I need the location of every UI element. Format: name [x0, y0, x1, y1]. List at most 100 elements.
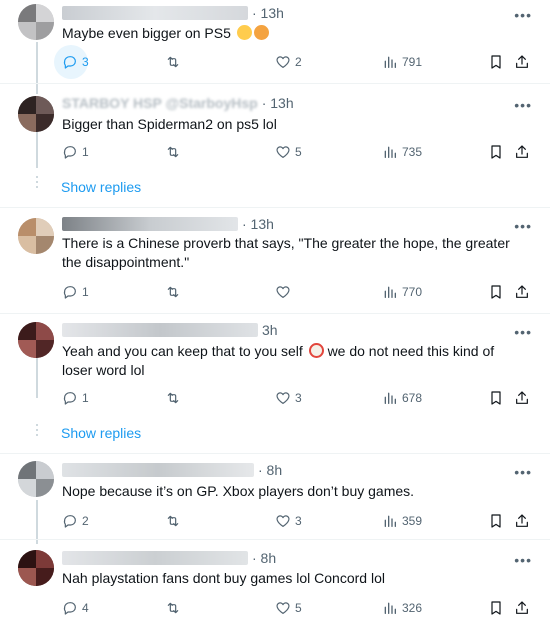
reply-text: Bigger than Spiderman2 on ps5 lol: [62, 116, 277, 132]
author-name[interactable]: [62, 323, 258, 337]
more-options-button[interactable]: •••: [514, 7, 532, 23]
reply-header: · 8h: [62, 461, 282, 479]
more-options-button[interactable]: •••: [514, 97, 532, 113]
retweet-button[interactable]: [165, 389, 181, 407]
reply-count: 2: [82, 514, 89, 528]
share-button[interactable]: [514, 599, 530, 617]
avatar[interactable]: [18, 550, 54, 586]
more-options-button[interactable]: •••: [514, 552, 532, 568]
show-replies-link[interactable]: Show replies: [61, 179, 141, 195]
reply-header: STARBOY HSP @StarboyHsp · 13h: [62, 94, 294, 112]
views-button[interactable]: 326: [382, 599, 422, 617]
retweet-icon: [167, 602, 179, 614]
action-bar: 1 770: [62, 283, 532, 301]
bookmark-icon: [491, 55, 501, 69]
views-button[interactable]: 359: [382, 512, 422, 530]
retweet-button[interactable]: [165, 599, 181, 617]
share-button[interactable]: [514, 53, 530, 71]
bookmark-button[interactable]: [488, 53, 504, 71]
like-count: 2: [295, 55, 302, 69]
views-icon: [384, 515, 396, 527]
retweet-button[interactable]: [165, 512, 181, 530]
show-replies-link[interactable]: Show replies: [61, 425, 141, 441]
heart-icon: [276, 602, 290, 614]
avatar[interactable]: [18, 96, 54, 132]
like-button[interactable]: 3: [275, 389, 302, 407]
author-name[interactable]: [62, 551, 248, 565]
bookmark-icon: [491, 391, 501, 405]
bookmark-icon: [491, 145, 501, 159]
like-button[interactable]: 2: [275, 53, 302, 71]
more-options-button[interactable]: •••: [514, 464, 532, 480]
retweet-button[interactable]: [165, 143, 181, 161]
timestamp[interactable]: · 13h: [242, 216, 274, 232]
reply-count: 1: [82, 391, 89, 405]
bookmark-button[interactable]: [488, 512, 504, 530]
author-name[interactable]: [62, 6, 248, 20]
retweet-icon: [167, 56, 179, 68]
bookmark-button[interactable]: [488, 143, 504, 161]
author-name[interactable]: [62, 217, 238, 231]
like-button[interactable]: 3: [275, 512, 302, 530]
reply-header: 3h: [62, 321, 278, 339]
heart-icon: [276, 392, 290, 404]
reply-text: Nah playstation fans dont buy games lol …: [62, 570, 385, 586]
author-name[interactable]: [62, 463, 254, 477]
reply-header: · 8h: [62, 549, 276, 567]
reply-button[interactable]: 3: [54, 45, 89, 79]
reply-item[interactable]: 3h ••• Yeah and you can keep that to you…: [0, 314, 550, 454]
action-bar: 3 2 791: [54, 45, 532, 79]
share-button[interactable]: [514, 389, 530, 407]
bookmark-button[interactable]: [488, 389, 504, 407]
views-button[interactable]: 735: [382, 143, 422, 161]
heart-icon: [276, 286, 290, 298]
reply-button[interactable]: 1: [62, 283, 89, 301]
like-count: 5: [295, 601, 302, 615]
reply-item[interactable]: · 8h ••• Nope because it’s on GP. Xbox p…: [0, 454, 550, 540]
reply-icon: [63, 286, 76, 299]
bookmark-icon: [491, 514, 501, 528]
retweet-icon: [167, 286, 179, 298]
timestamp[interactable]: 3h: [262, 322, 278, 338]
share-button[interactable]: [514, 283, 530, 301]
retweet-icon: [167, 392, 179, 404]
bookmark-button[interactable]: [488, 599, 504, 617]
like-button[interactable]: 5: [275, 143, 302, 161]
views-icon: [384, 286, 396, 298]
like-button[interactable]: [275, 283, 291, 301]
reply-count: 4: [82, 601, 89, 615]
more-options-button[interactable]: •••: [514, 324, 532, 340]
reply-count: 3: [82, 55, 89, 69]
avatar[interactable]: [18, 461, 54, 497]
reply-button[interactable]: 4: [62, 599, 89, 617]
reply-button[interactable]: 2: [62, 512, 89, 530]
timestamp[interactable]: · 13h: [252, 5, 284, 21]
reply-button[interactable]: 1: [62, 389, 89, 407]
view-count: 326: [402, 601, 423, 615]
avatar[interactable]: [18, 4, 54, 40]
reply-item[interactable]: · 13h ••• There is a Chinese proverb tha…: [0, 208, 550, 314]
like-button[interactable]: 5: [275, 599, 302, 617]
more-options-button[interactable]: •••: [514, 218, 532, 234]
share-button[interactable]: [514, 512, 530, 530]
timestamp[interactable]: · 8h: [252, 550, 276, 566]
retweet-button[interactable]: [165, 283, 181, 301]
views-icon: [384, 602, 396, 614]
reply-item[interactable]: STARBOY HSP @StarboyHsp · 13h ••• Bigger…: [0, 88, 550, 208]
reply-item[interactable]: · 13h ••• Maybe even bigger on PS5 3 2 7…: [0, 0, 550, 84]
views-button[interactable]: 770: [382, 283, 422, 301]
timestamp[interactable]: · 8h: [258, 462, 282, 478]
reply-button[interactable]: 1: [62, 143, 89, 161]
bookmark-button[interactable]: [488, 283, 504, 301]
avatar[interactable]: [18, 322, 54, 358]
views-button[interactable]: 791: [382, 53, 422, 71]
views-button[interactable]: 678: [382, 389, 422, 407]
share-icon: [516, 514, 528, 527]
retweet-icon: [167, 146, 179, 158]
share-button[interactable]: [514, 143, 530, 161]
reply-item[interactable]: · 8h ••• Nah playstation fans dont buy g…: [0, 540, 550, 629]
timestamp[interactable]: · 13h: [262, 95, 294, 111]
avatar[interactable]: [18, 218, 54, 254]
retweet-button[interactable]: [165, 53, 181, 71]
author-handle[interactable]: STARBOY HSP @StarboyHsp: [62, 95, 258, 111]
